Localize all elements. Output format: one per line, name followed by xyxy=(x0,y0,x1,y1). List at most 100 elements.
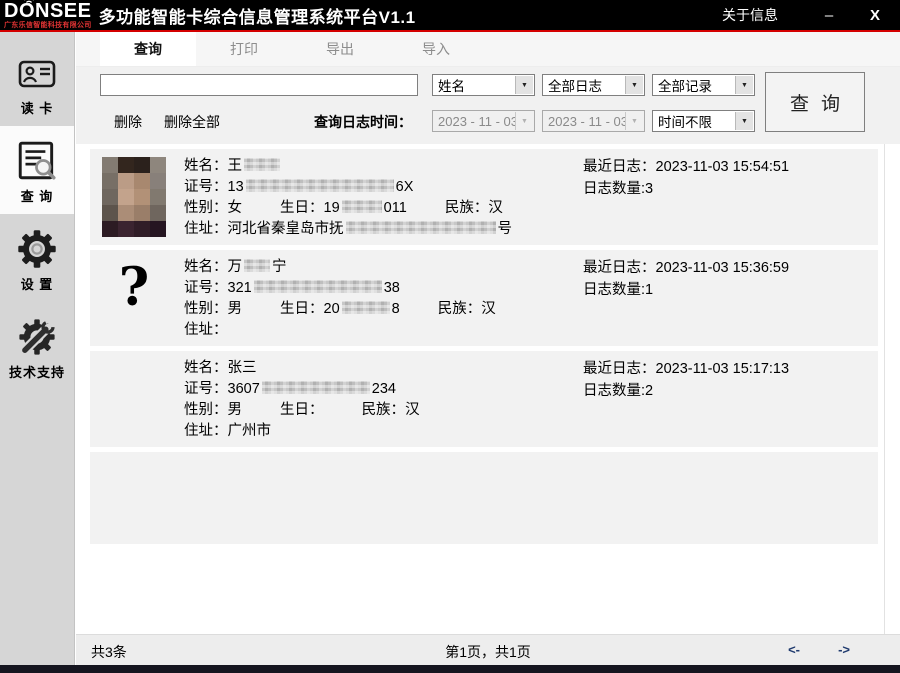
record-row[interactable]: ? 姓名：万宁 证号：32138 性别：男 生日：208 民族：汉 住址： 最近… xyxy=(90,250,878,346)
ethnic-value: 汉 xyxy=(488,200,503,216)
record-select[interactable]: 全部记录 ▼ xyxy=(652,74,755,96)
address-value: 广州市 xyxy=(228,423,272,439)
record-log-info: 最近日志：2023-11-03 15:36:59 日志数量:1 xyxy=(583,257,868,341)
sidebar: 读 卡 查 询 xyxy=(0,32,75,665)
gender-value: 男 xyxy=(228,402,243,418)
birth-label: 生日： xyxy=(280,301,324,317)
tab-print[interactable]: 打印 xyxy=(196,32,292,66)
chevron-down-icon: ▼ xyxy=(515,112,533,130)
sidebar-item-support[interactable]: 技术支持 xyxy=(0,302,74,390)
ethnic-label: 民族： xyxy=(438,301,482,317)
about-button[interactable]: 关于信息 xyxy=(722,5,778,25)
id-label: 证号： xyxy=(184,280,228,296)
total-count: 共3条 xyxy=(91,642,127,662)
sidebar-item-query[interactable]: 查 询 xyxy=(0,126,74,214)
sidebar-item-label: 查 询 xyxy=(0,186,74,205)
titlebar-controls: 关于信息 – X xyxy=(722,5,882,25)
record-fields: 姓名：万宁 证号：32138 性别：男 生日：208 民族：汉 住址： xyxy=(184,257,583,341)
person-photo: ? xyxy=(102,257,166,339)
chevron-down-icon: ▼ xyxy=(735,76,753,94)
records-area: 姓名：王 证号：136X 性别：女 生日：19011 民族：汉 住址：河北省秦皇… xyxy=(76,144,900,635)
record-row[interactable]: 姓名：王 证号：136X 性别：女 生日：19011 民族：汉 住址：河北省秦皇… xyxy=(90,149,878,245)
gear-icon xyxy=(15,227,59,271)
donsee-logo: DONSEE 广东乐信智能科技有限公司 xyxy=(0,1,92,29)
pagination-bar: 共3条 第1页，共1页 <- -> xyxy=(76,634,900,665)
sidebar-item-settings[interactable]: 设 置 xyxy=(0,214,74,302)
date-to-value: 2023 - 11 - 03 xyxy=(548,114,628,129)
record-log-info: 最近日志：2023-11-03 15:17:13 日志数量:2 xyxy=(583,358,868,442)
last-log-value: 2023-11-03 15:54:51 xyxy=(656,159,790,175)
search-doc-icon xyxy=(15,139,59,183)
birth-value: 208 xyxy=(324,301,400,317)
id-card-icon xyxy=(15,53,59,95)
address-label: 住址： xyxy=(184,221,228,237)
tab-export[interactable]: 导出 xyxy=(292,32,388,66)
app-window: DONSEE 广东乐信智能科技有限公司 多功能智能卡综合信息管理系统平台V1.1… xyxy=(0,0,900,673)
person-photo xyxy=(102,156,166,238)
birth-value: 19011 xyxy=(324,200,407,216)
name-value: 张三 xyxy=(228,360,257,376)
log-count-value: 1 xyxy=(645,282,653,298)
sidebar-item-label: 技术支持 xyxy=(0,362,74,381)
search-input[interactable] xyxy=(100,74,418,96)
ethnic-label: 民族： xyxy=(445,200,489,216)
close-button[interactable]: X xyxy=(868,7,882,24)
ethnic-value: 汉 xyxy=(481,301,496,317)
record-row[interactable]: 姓名：张三 证号：3607234 性别：男 生日： 民族：汉 住址：广州市 最近… xyxy=(90,351,878,447)
gender-label: 性别： xyxy=(184,301,228,317)
gender-label: 性别： xyxy=(184,200,228,216)
log-select[interactable]: 全部日志 ▼ xyxy=(542,74,645,96)
window-bottom-edge xyxy=(0,665,900,673)
record-log-info: 最近日志：2023-11-03 15:54:51 日志数量:3 xyxy=(583,156,868,240)
date-from-value: 2023 - 11 - 03 xyxy=(438,114,518,129)
tab-query[interactable]: 查询 xyxy=(100,32,196,66)
person-photo xyxy=(102,358,166,440)
id-value: 3607234 xyxy=(228,381,396,397)
chevron-down-icon: ▼ xyxy=(735,112,753,130)
sidebar-item-label: 设 置 xyxy=(0,274,74,293)
name-label: 姓名： xyxy=(184,158,228,174)
log-count-label: 日志数量: xyxy=(583,383,645,399)
gender-value: 男 xyxy=(228,301,243,317)
date-from-select[interactable]: 2023 - 11 - 03 ▼ xyxy=(432,110,535,132)
next-page-button[interactable]: -> xyxy=(838,642,850,657)
tab-import[interactable]: 导入 xyxy=(388,32,484,66)
log-count-value: 3 xyxy=(645,181,653,197)
last-log-label: 最近日志： xyxy=(583,159,656,175)
page-info: 第1页，共1页 xyxy=(445,642,531,662)
query-button[interactable]: 查询 xyxy=(765,72,865,132)
pixelated-portrait xyxy=(102,156,166,238)
last-log-value: 2023-11-03 15:17:13 xyxy=(656,361,790,377)
time-range-select[interactable]: 时间不限 ▼ xyxy=(652,110,755,132)
name-value: 万宁 xyxy=(228,259,287,275)
id-value: 136X xyxy=(228,179,414,195)
logo-text: DONSEE xyxy=(4,1,91,21)
record-select-value: 全部记录 xyxy=(658,75,712,95)
log-count-label: 日志数量: xyxy=(583,181,645,197)
delete-all-button[interactable]: 删除全部 xyxy=(164,112,220,132)
prev-page-button[interactable]: <- xyxy=(788,642,800,657)
log-count-label: 日志数量: xyxy=(583,282,645,298)
chevron-down-icon: ▼ xyxy=(515,76,533,94)
minimize-button[interactable]: – xyxy=(822,7,836,24)
log-time-label: 查询日志时间： xyxy=(314,112,412,132)
field-select-value: 姓名 xyxy=(438,75,465,95)
last-log-label: 最近日志： xyxy=(583,361,656,377)
record-fields: 姓名：王 证号：136X 性别：女 生日：19011 民族：汉 住址：河北省秦皇… xyxy=(184,156,583,240)
gender-label: 性别： xyxy=(184,402,228,418)
app-title: 多功能智能卡综合信息管理系统平台V1.1 xyxy=(99,3,416,28)
date-to-select[interactable]: 2023 - 11 - 03 ▼ xyxy=(542,110,645,132)
ethnic-label: 民族： xyxy=(362,402,406,418)
delete-button[interactable]: 删除 xyxy=(114,112,142,132)
chevron-down-icon: ▼ xyxy=(625,76,643,94)
sidebar-item-read-card[interactable]: 读 卡 xyxy=(0,40,74,126)
title-bar: DONSEE 广东乐信智能科技有限公司 多功能智能卡综合信息管理系统平台V1.1… xyxy=(0,0,900,32)
name-value: 王 xyxy=(228,158,283,174)
empty-row xyxy=(90,452,878,544)
field-select[interactable]: 姓名 ▼ xyxy=(432,74,535,96)
last-log-value: 2023-11-03 15:36:59 xyxy=(656,260,790,276)
antenna-icon xyxy=(22,0,36,6)
gender-value: 女 xyxy=(228,200,243,216)
main-panel: 查询 打印 导出 导入 姓名 ▼ 全部日志 ▼ 全部记录 ▼ 查询 删除 删除全… xyxy=(76,32,900,665)
time-range-value: 时间不限 xyxy=(658,111,712,131)
